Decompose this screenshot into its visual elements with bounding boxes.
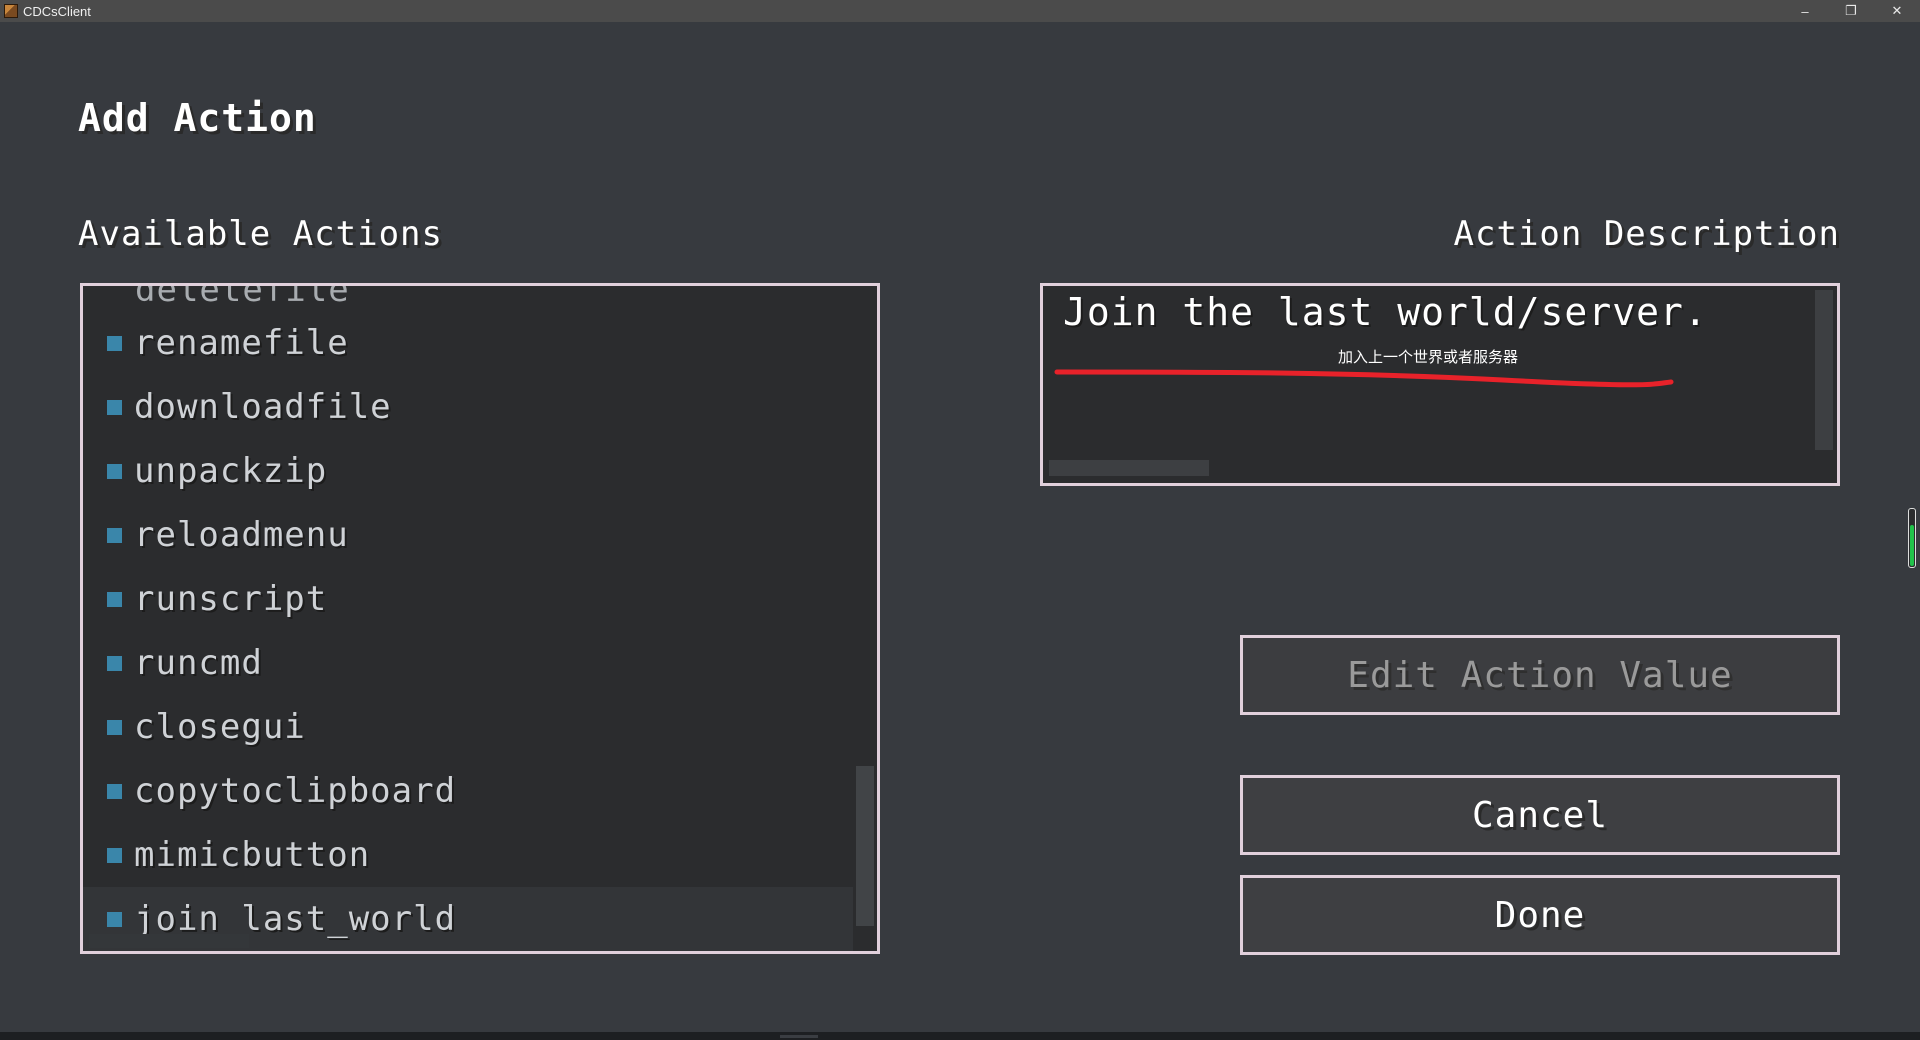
edit-action-value-button[interactable]: Edit Action Value [1240,635,1840,715]
list-item[interactable]: copytoclipboard [83,759,853,823]
bullet-icon [107,847,122,863]
list-item-label: renamefile [134,323,349,363]
actions-list[interactable]: deletefile renamefile downloadfile unpackz… [80,283,880,954]
description-vertical-scrollbar[interactable] [1815,290,1833,450]
bullet-icon [107,911,122,927]
list-item-label: runscript [134,579,328,619]
list-item[interactable]: runscript [83,567,853,631]
cancel-button[interactable]: Cancel [1240,775,1840,855]
list-item[interactable]: unpackzip [83,439,853,503]
list-item-label: reloadmenu [134,515,349,555]
action-description-box: Join the last world/server. 加入上一个世界或者服务器 [1040,283,1840,486]
bullet-icon [107,591,122,607]
list-item[interactable]: mimicbutton [83,823,853,887]
list-scrollbar-thumb[interactable] [856,766,874,926]
list-item-label: downloadfile [134,387,392,427]
app-icon [4,4,18,18]
list-horizontal-scrollbar[interactable] [89,934,249,948]
list-item-label: unpackzip [134,451,328,491]
bullet-icon [107,527,122,543]
bullet-icon [107,719,122,735]
description-annotation: 加入上一个世界或者服务器 [1337,348,1518,366]
list-item-label: closegui [134,707,306,747]
game-screen: Add Action Available Actions Action Desc… [0,22,1920,1032]
done-button[interactable]: Done [1240,875,1840,955]
list-item-partial[interactable]: deletefile [135,286,350,310]
side-indicator [1908,508,1916,568]
list-item-label: runcmd [134,643,263,683]
bullet-icon [107,463,122,479]
description-horizontal-scrollbar[interactable] [1049,460,1209,476]
list-item-label: mimicbutton [134,835,371,875]
list-item-label: copytoclipboard [134,771,457,811]
page-title: Add Action [78,96,317,140]
bottom-strip [0,1032,1920,1040]
window-title: CDCsClient [23,3,91,19]
list-item[interactable]: closegui [83,695,853,759]
bullet-icon [107,783,122,799]
bullet-icon [107,655,122,671]
minimize-icon[interactable]: – [1782,0,1828,22]
window-controls: – ❐ ✕ [1782,0,1920,22]
close-icon[interactable]: ✕ [1874,0,1920,22]
description-text: Join the last world/server. [1063,290,1708,334]
list-item[interactable]: downloadfile [83,375,853,439]
bullet-icon [107,399,122,415]
red-underline-annotation [1054,369,1674,388]
list-item-label: join_last_world [134,899,457,939]
window-titlebar: CDCsClient – ❐ ✕ [0,0,1920,22]
list-item[interactable]: renamefile [83,311,853,375]
bottom-handle [780,1035,818,1038]
restore-icon[interactable]: ❐ [1828,0,1874,22]
available-actions-label: Available Actions [78,214,443,254]
list-item[interactable]: reloadmenu [83,503,853,567]
bullet-icon [107,335,122,351]
action-description-label: Action Description [1453,214,1840,254]
side-indicator-fill [1910,525,1914,566]
list-item[interactable]: runcmd [83,631,853,695]
